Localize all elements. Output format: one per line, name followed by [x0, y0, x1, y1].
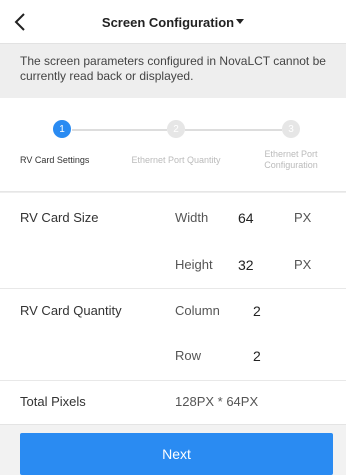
page-title: Screen Configuration: [101, 14, 235, 30]
step-3-label-line-2: Configuration: [264, 160, 318, 170]
step-progress: [0, 98, 346, 192]
step-connector-2: [185, 129, 282, 131]
column-label: Column: [175, 303, 220, 318]
step-3-label-line-1: Ethernet Port: [264, 149, 318, 159]
divider: [0, 288, 346, 289]
step-2-indicator: 2: [167, 120, 185, 138]
next-button[interactable]: Next: [20, 433, 333, 475]
header-bar: Screen Configuration: [0, 0, 346, 44]
divider: [0, 380, 346, 381]
width-input[interactable]: 64: [238, 210, 254, 226]
rv-card-quantity-label: RV Card Quantity: [20, 303, 122, 318]
notice-text: The screen parameters configured in Nova…: [0, 44, 346, 98]
rv-card-size-label: RV Card Size: [20, 210, 99, 225]
caret-down-icon: [236, 19, 245, 24]
height-input[interactable]: 32: [238, 257, 254, 273]
height-label: Height: [175, 257, 213, 272]
row-count-input[interactable]: 2: [253, 348, 261, 364]
row-count-label: Row: [175, 348, 202, 363]
screen-config-dropdown[interactable]: Screen Configuration: [0, 0, 346, 44]
step-2-label: Ethernet Port Quantity: [131, 155, 221, 165]
height-unit: PX: [294, 257, 312, 272]
width-label: Width: [175, 210, 209, 225]
step-1-label: RV Card Settings: [20, 155, 90, 165]
step-3-label: Ethernet Port Configuration: [255, 149, 327, 171]
total-pixels-label: Total Pixels: [20, 394, 86, 409]
step-1-indicator: 1: [53, 120, 71, 138]
step-connector-1: [72, 129, 167, 131]
step-3-indicator: 3: [282, 120, 300, 138]
column-input[interactable]: 2: [253, 303, 261, 319]
total-pixels-value: 128PX * 64PX: [175, 394, 259, 409]
width-unit: PX: [294, 210, 312, 225]
